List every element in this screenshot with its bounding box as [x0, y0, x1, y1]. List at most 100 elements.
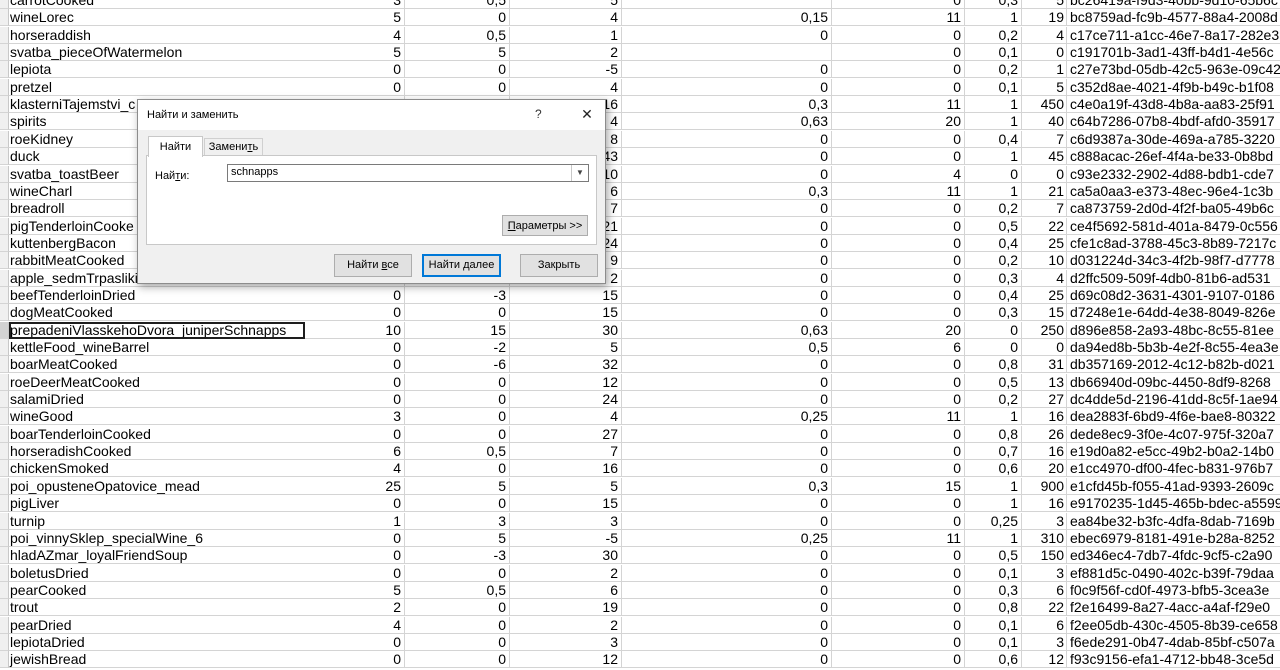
table-cell[interactable]: 5	[305, 44, 405, 62]
row-header[interactable]	[0, 0, 9, 9]
table-cell[interactable]: 19	[1022, 9, 1067, 27]
table-cell[interactable]: 0,1	[965, 78, 1022, 96]
table-cell[interactable]: 0	[622, 651, 832, 669]
table-cell[interactable]: 12	[1022, 651, 1067, 669]
table-cell[interactable]: lepiotaDried	[9, 634, 305, 651]
table-cell[interactable]: 1	[965, 477, 1022, 495]
row-header[interactable]	[0, 633, 9, 651]
table-cell[interactable]: 0	[832, 599, 965, 617]
tab-replace[interactable]: Заменить	[204, 138, 263, 156]
row-header[interactable]	[0, 339, 9, 356]
table-cell[interactable]: 5	[510, 477, 622, 495]
table-cell[interactable]: 0	[305, 286, 405, 304]
table-cell[interactable]: 21	[1022, 182, 1067, 200]
table-cell[interactable]: 30	[510, 321, 622, 339]
table-cell[interactable]: 450	[1022, 96, 1067, 114]
table-cell[interactable]: c93e2332-2902-4d88-bdb1-cde7	[1067, 166, 1280, 183]
table-cell[interactable]: 0	[832, 633, 965, 651]
table-cell[interactable]: 5	[305, 581, 405, 599]
table-cell[interactable]: 0,3	[965, 0, 1022, 9]
table-cell[interactable]: 1	[965, 182, 1022, 200]
table-cell[interactable]: 0	[832, 425, 965, 443]
row-header[interactable]	[0, 9, 9, 27]
table-cell[interactable]: 5	[1022, 78, 1067, 96]
table-cell[interactable]: 0	[405, 564, 510, 582]
table-cell[interactable]: 3	[510, 512, 622, 530]
table-cell[interactable]: 0	[622, 286, 832, 304]
table-cell[interactable]: horseraddish	[9, 27, 305, 44]
table-cell[interactable]: 0,8	[965, 425, 1022, 443]
find-input[interactable]: schnapps ▼	[227, 164, 589, 182]
table-cell[interactable]: 0	[832, 78, 965, 96]
table-cell[interactable]: 2	[510, 564, 622, 582]
table-cell[interactable]: 3	[1022, 633, 1067, 651]
table-cell[interactable]: 0	[405, 373, 510, 391]
table-cell[interactable]: dc4dde5d-2196-41dd-8c5f-1ae94	[1067, 391, 1280, 409]
table-cell[interactable]: 0	[305, 61, 405, 79]
table-cell[interactable]: dea2883f-6bd9-4f6e-bae8-80322	[1067, 408, 1280, 426]
table-cell[interactable]: 0	[622, 165, 832, 183]
table-cell[interactable]: 0	[622, 217, 832, 235]
table-cell[interactable]: 0,25	[622, 529, 832, 547]
table-cell[interactable]: -2	[405, 339, 510, 356]
table-cell[interactable]: 0	[305, 304, 405, 322]
table-cell[interactable]: 7	[510, 443, 622, 461]
table-cell[interactable]: 0,3	[965, 581, 1022, 599]
row-header[interactable]	[0, 529, 9, 547]
table-cell[interactable]: 1	[965, 495, 1022, 513]
table-cell[interactable]: kettleFood_wineBarrel	[9, 339, 305, 356]
table-cell[interactable]: pearCooked	[9, 582, 305, 599]
close-button[interactable]: Закрыть	[520, 254, 598, 277]
table-cell[interactable]: ebec6979-8181-491e-b28a-8252	[1067, 530, 1280, 547]
table-cell[interactable]: cfe1c8ad-3788-45c3-8b89-7217c	[1067, 235, 1280, 252]
table-cell[interactable]: 0	[832, 269, 965, 287]
table-cell[interactable]: 30	[510, 547, 622, 565]
table-cell[interactable]: 3	[1022, 512, 1067, 530]
table-cell[interactable]: 25	[305, 477, 405, 495]
table-cell[interactable]: 310	[1022, 529, 1067, 547]
table-cell[interactable]: 0	[622, 547, 832, 565]
table-cell[interactable]: 0	[832, 234, 965, 252]
table-cell[interactable]: 0	[305, 495, 405, 513]
table-cell[interactable]: horseradishCooked	[9, 443, 305, 461]
table-cell[interactable]: ca5a0aa3-e373-48ec-96e4-1c3b	[1067, 183, 1280, 200]
row-header[interactable]	[0, 651, 9, 669]
row-header[interactable]	[0, 165, 9, 183]
table-cell[interactable]: wineLorec	[9, 9, 305, 27]
table-cell[interactable]: 0,2	[965, 200, 1022, 218]
table-cell[interactable]: 0,3	[622, 477, 832, 495]
table-cell[interactable]: 25	[1022, 286, 1067, 304]
table-cell[interactable]: beefTenderloinDried	[9, 287, 305, 304]
table-cell[interactable]: 0	[305, 547, 405, 565]
table-cell[interactable]: c17ce711-a1cc-46e7-8a17-282e3	[1067, 27, 1280, 44]
table-cell[interactable]: 0	[832, 373, 965, 391]
table-cell[interactable]: 15	[1022, 304, 1067, 322]
table-cell[interactable]: 4	[510, 78, 622, 96]
table-cell[interactable]: 0	[622, 495, 832, 513]
table-cell[interactable]: d896e858-2a93-48bc-8c55-81ee	[1067, 322, 1280, 339]
table-cell[interactable]: 6	[832, 339, 965, 356]
row-header[interactable]	[0, 269, 9, 287]
table-cell[interactable]: 0	[622, 599, 832, 617]
table-cell[interactable]: -5	[510, 61, 622, 79]
table-cell[interactable]: pigLiver	[9, 495, 305, 513]
row-header[interactable]	[0, 321, 9, 339]
row-header[interactable]	[0, 616, 9, 634]
row-header[interactable]	[0, 78, 9, 96]
table-cell[interactable]: 5	[405, 529, 510, 547]
table-cell[interactable]: 0	[405, 599, 510, 617]
table-cell[interactable]: 0,4	[965, 234, 1022, 252]
table-cell[interactable]: roeDeerMeatCooked	[9, 374, 305, 391]
table-cell[interactable]: 0,5	[622, 339, 832, 356]
row-header[interactable]	[0, 130, 9, 148]
table-cell[interactable]: da94ed8b-5b3b-4e2f-8c55-4ea3e	[1067, 339, 1280, 356]
table-cell[interactable]: 15	[510, 495, 622, 513]
table-cell[interactable]: 0	[622, 26, 832, 44]
table-cell[interactable]: 45	[1022, 148, 1067, 166]
table-cell[interactable]: f2e16499-8a27-4acc-a4af-f29e0	[1067, 599, 1280, 617]
table-cell[interactable]: 0	[832, 304, 965, 322]
table-cell[interactable]: 10	[305, 321, 405, 339]
table-cell[interactable]: boarTenderloinCooked	[9, 426, 305, 443]
table-cell[interactable]: prepadeniVlasskehoDvora_juniperSchnapps	[9, 321, 305, 339]
table-cell[interactable]: 0	[965, 165, 1022, 183]
